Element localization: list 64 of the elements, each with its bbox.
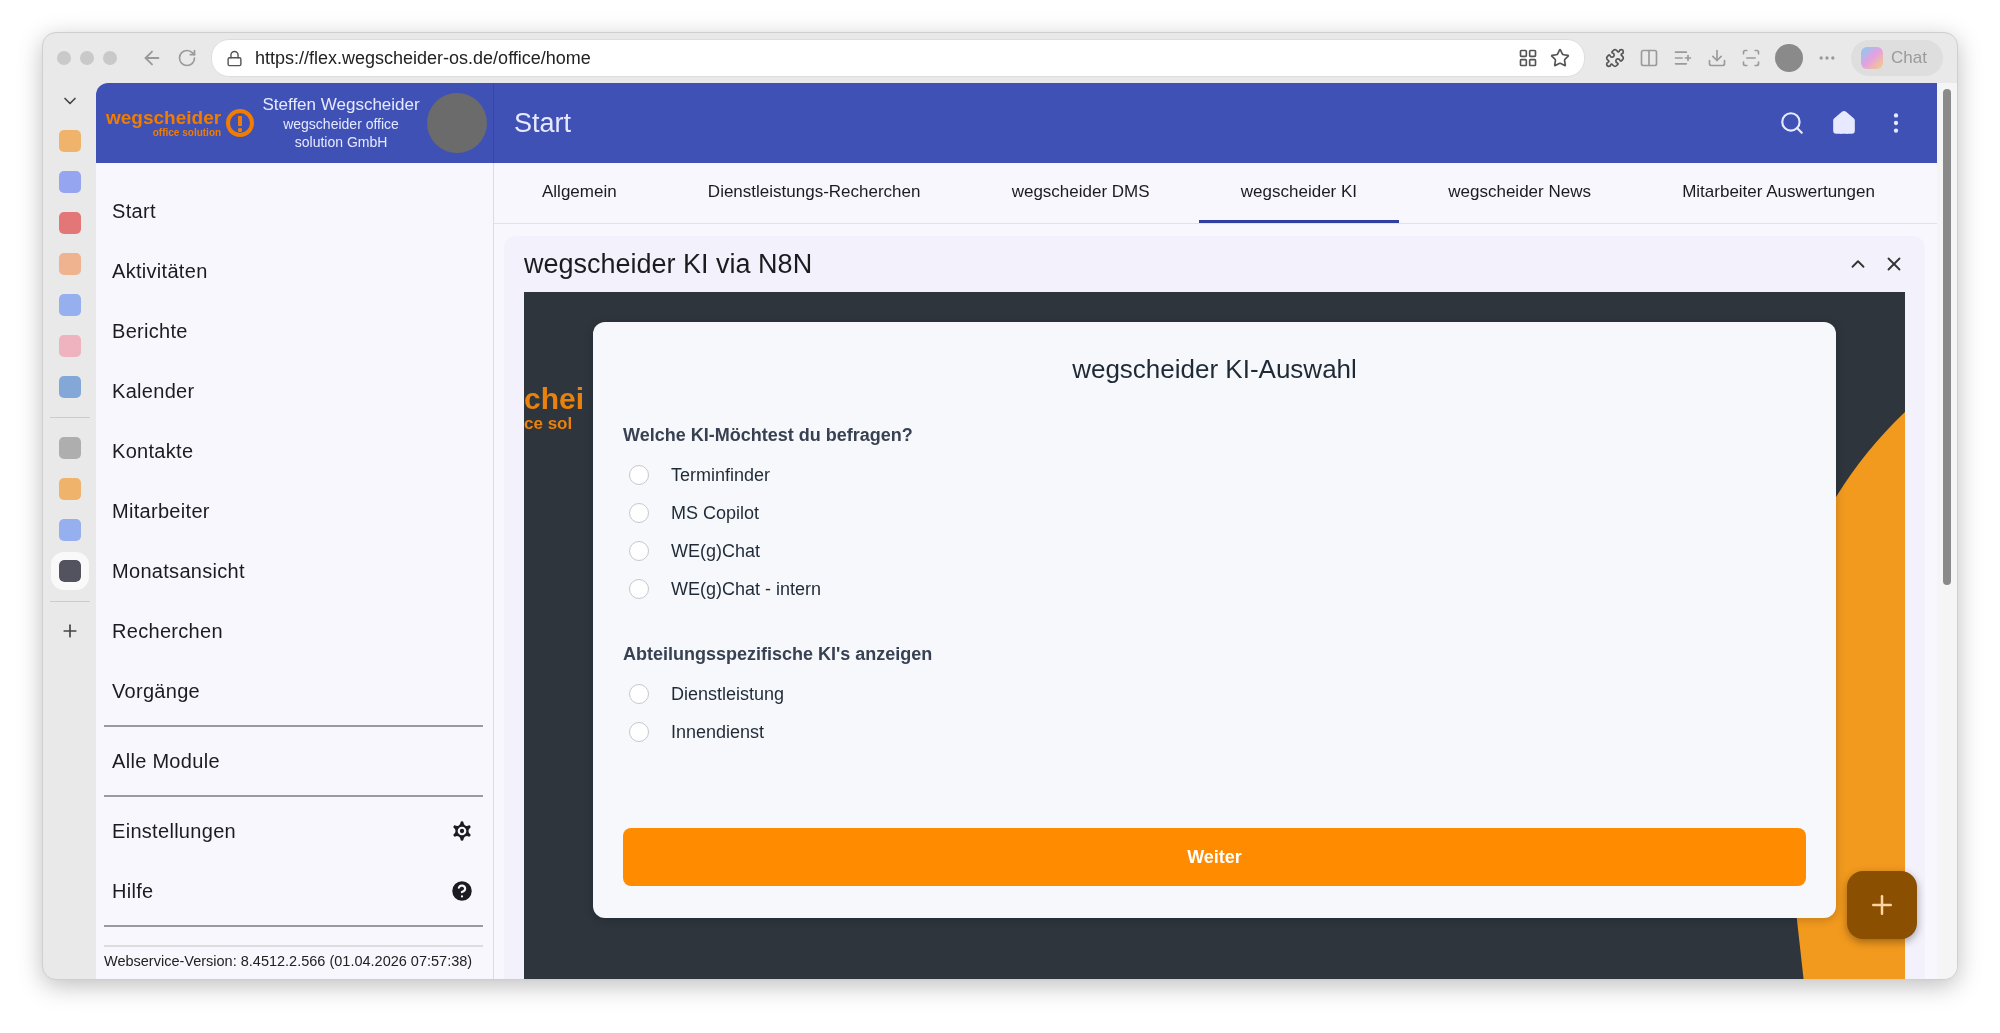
company-name: wegscheider office solution GmbH [282, 114, 400, 152]
nav-item[interactable]: Recherchen [104, 601, 483, 661]
favorites-icon[interactable] [1673, 48, 1694, 68]
nav-item[interactable]: Monatsansicht [104, 541, 483, 601]
screenshot-icon[interactable] [1741, 48, 1762, 68]
tab[interactable]: Allgemein [500, 163, 659, 223]
radio-button[interactable] [629, 541, 649, 561]
form-title: wegscheider KI-Auswahl [1071, 354, 1358, 385]
panel-title: wegscheider KI via N8N [524, 248, 814, 280]
nav-item[interactable]: Einstellungen [112, 819, 236, 843]
nav-item[interactable]: Aktivitäten [104, 241, 483, 301]
radio-button[interactable] [629, 503, 649, 523]
star-icon[interactable] [1550, 48, 1571, 68]
nav-item[interactable]: Kalender [104, 361, 483, 421]
background-logo-text: ce sol [524, 415, 574, 434]
window-control[interactable] [57, 51, 71, 65]
page-title: Start [514, 107, 573, 139]
nav-item[interactable]: Hilfe [112, 879, 154, 903]
window-control[interactable] [80, 51, 94, 65]
tab[interactable]: Mitarbeiter Auswertungen [1640, 163, 1917, 223]
option-label[interactable]: WE(g)Chat - intern [671, 578, 822, 600]
reload-icon[interactable] [177, 48, 197, 68]
nav-item[interactable]: Kontakte [104, 421, 483, 481]
option-label[interactable]: WE(g)Chat [671, 540, 760, 562]
version-text: Webservice-Version: 8.4512.2.566 (01.04.2026 07:57:38) [104, 945, 483, 979]
radio-button[interactable] [629, 579, 649, 599]
window-control[interactable] [103, 51, 117, 65]
help-icon[interactable] [449, 878, 475, 904]
question-label: Abteilungsspezifische KI's anzeigen [623, 644, 934, 665]
logo-icon [225, 108, 256, 138]
radio-button[interactable] [629, 684, 649, 704]
tab[interactable]: wegscheider KI [1198, 163, 1400, 223]
scrollbar-thumb[interactable] [1943, 89, 1951, 585]
nav-item[interactable]: Berichte [104, 301, 483, 361]
logo-subtext: office solution [152, 127, 222, 138]
question-label: Welche KI-Möchtest du befragen? [623, 425, 914, 446]
option-label[interactable]: Innendienst [671, 721, 765, 743]
nav-item[interactable]: Alle Module [104, 731, 483, 791]
tab[interactable]: wegscheider DMS [969, 163, 1192, 223]
option-label[interactable]: Dienstleistung [671, 683, 785, 705]
avatar[interactable] [427, 93, 487, 153]
nav-item[interactable]: Vorgänge [104, 661, 483, 721]
split-screen-icon[interactable] [1639, 48, 1660, 68]
home-icon[interactable] [1831, 110, 1857, 136]
puzzle-icon[interactable] [1605, 48, 1626, 68]
option-label[interactable]: MS Copilot [671, 502, 760, 524]
tab[interactable]: wegscheider News [1406, 163, 1633, 223]
radio-button[interactable] [629, 722, 649, 742]
chat-logo-icon [1861, 47, 1884, 69]
background-logo-text: chei [524, 382, 585, 415]
option-label[interactable]: Terminfinder [671, 464, 771, 486]
profile-avatar[interactable] [1775, 44, 1804, 72]
apps-icon[interactable] [1518, 48, 1539, 68]
nav-item[interactable]: Mitarbeiter [104, 481, 483, 541]
address-bar[interactable]: https://flex.wegscheider-os.de/office/home [211, 39, 1586, 77]
search-icon[interactable] [1779, 110, 1805, 136]
lock-icon [226, 49, 243, 67]
url-text: https://flex.wegscheider-os.de/office/home [255, 47, 592, 69]
add-button[interactable] [1847, 871, 1917, 939]
nav-item[interactable]: Start [104, 181, 483, 241]
radio-button[interactable] [629, 465, 649, 485]
download-icon[interactable] [1707, 48, 1728, 68]
tab[interactable]: Dienstleistungs-Recherchen [665, 163, 963, 223]
user-name: Steffen Wegscheider [262, 94, 420, 115]
